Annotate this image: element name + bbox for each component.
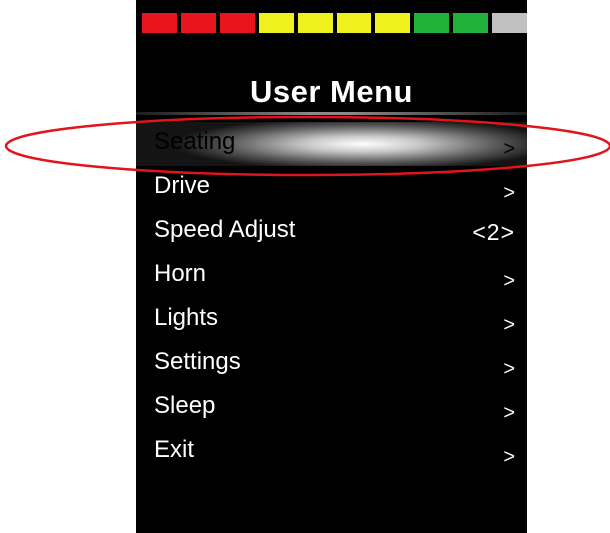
chevron-right-icon: > bbox=[503, 401, 515, 424]
menu-item-settings[interactable]: Settings > bbox=[136, 342, 527, 386]
title-divider bbox=[136, 112, 527, 115]
chevron-right-icon: > bbox=[503, 357, 515, 380]
user-menu-list: Seating > Drive > Speed Adjust <2> Horn … bbox=[136, 122, 527, 474]
chevron-right-icon: > bbox=[503, 137, 515, 160]
speed-value: <2> bbox=[472, 218, 515, 245]
menu-item-label: Settings bbox=[154, 348, 241, 375]
chevron-right-icon: > bbox=[503, 313, 515, 336]
chevron-right-icon: > bbox=[503, 269, 515, 292]
menu-item-label: Exit bbox=[154, 436, 195, 463]
menu-item-label: Sleep bbox=[154, 392, 216, 419]
battery-segment bbox=[219, 13, 255, 33]
chevron-right-icon: > bbox=[503, 181, 515, 204]
device-screen: User Menu Seating > Drive > Speed Adjust… bbox=[136, 0, 527, 533]
menu-item-speed-adjust[interactable]: Speed Adjust <2> bbox=[136, 210, 527, 254]
menu-item-exit[interactable]: Exit > bbox=[136, 430, 527, 474]
battery-segment bbox=[142, 13, 177, 33]
menu-item-drive[interactable]: Drive > bbox=[136, 166, 527, 210]
menu-item-label: Seating bbox=[154, 128, 236, 155]
menu-item-label: Speed Adjust bbox=[154, 216, 296, 243]
battery-segment bbox=[258, 13, 294, 33]
menu-item-sleep[interactable]: Sleep > bbox=[136, 386, 527, 430]
battery-segment bbox=[180, 13, 216, 33]
menu-item-lights[interactable]: Lights > bbox=[136, 298, 527, 342]
menu-item-label: Lights bbox=[154, 304, 219, 331]
battery-segment bbox=[375, 13, 411, 33]
battery-segment bbox=[297, 13, 333, 33]
stage: User Menu Seating > Drive > Speed Adjust… bbox=[0, 0, 610, 533]
chevron-right-icon: > bbox=[503, 445, 515, 468]
battery-segment bbox=[414, 13, 450, 33]
menu-item-label: Horn bbox=[154, 260, 207, 287]
battery-segment bbox=[492, 13, 527, 33]
menu-item-label: Drive bbox=[154, 172, 211, 199]
menu-title: User Menu bbox=[250, 74, 413, 109]
battery-gauge bbox=[142, 13, 527, 33]
menu-item-seating[interactable]: Seating > bbox=[136, 122, 527, 166]
battery-segment bbox=[453, 13, 489, 33]
menu-item-horn[interactable]: Horn > bbox=[136, 254, 527, 298]
battery-segment bbox=[336, 13, 372, 33]
